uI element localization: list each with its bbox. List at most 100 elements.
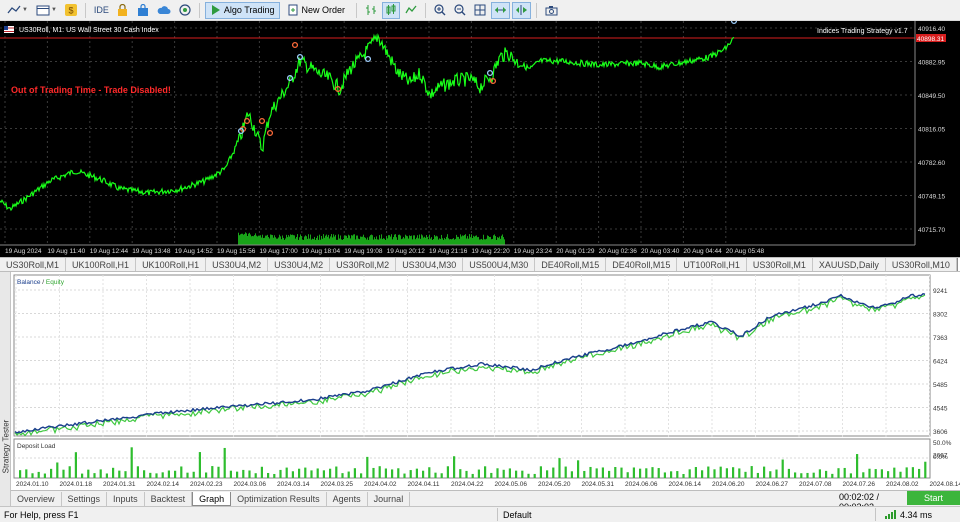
new-order-icon	[288, 4, 298, 16]
line-button[interactable]	[402, 2, 420, 19]
tester-tab[interactable]: Optimization Results	[231, 491, 327, 506]
volume-bar	[285, 238, 286, 245]
chart-tab[interactable]: XAUUSD,Daily	[813, 258, 886, 271]
strategy-tester-side-panel: Strategy Tester	[0, 272, 11, 506]
legend-balance: Balance	[17, 279, 41, 286]
chart-tab[interactable]: DE40Roll,M15	[535, 258, 607, 271]
deposit-load-bar	[868, 468, 871, 478]
volume-bar	[398, 234, 399, 245]
volume-bar	[335, 234, 336, 245]
tile-windows-button[interactable]	[471, 2, 489, 19]
chart-shift-button[interactable]	[511, 1, 531, 19]
volume-bar	[240, 234, 241, 245]
chart-tab[interactable]: US30U4,M2	[268, 258, 331, 271]
candlestick-button[interactable]	[381, 1, 400, 19]
time-tick-label: 19 Aug 22:20	[471, 248, 510, 255]
date-tick-label: 2024.01.31	[103, 481, 136, 488]
strategy-tester-label: Strategy Tester	[1, 419, 11, 474]
volume-bar	[376, 236, 377, 245]
start-button[interactable]: Start	[907, 491, 960, 505]
shopping-button[interactable]	[134, 2, 152, 19]
volume-bar	[424, 236, 425, 245]
volume-bar	[451, 239, 452, 245]
tester-tab[interactable]: Backtest	[145, 491, 193, 506]
zoom-in-button[interactable]	[431, 2, 449, 19]
deposit-load-bar	[335, 466, 338, 478]
volume-bar	[468, 238, 469, 245]
chart-tab[interactable]: UK100Roll,H1	[136, 258, 207, 271]
chart-tab[interactable]: UK100Roll,H1	[66, 258, 137, 271]
volume-bar	[438, 239, 439, 245]
chart-tab[interactable]: US500U4,M30	[463, 258, 536, 271]
volume-bar	[372, 235, 373, 245]
dollar-icon: $	[64, 4, 77, 16]
volume-bar	[499, 236, 500, 245]
deposit-load-bar	[800, 473, 803, 478]
tester-tab[interactable]: Overview	[11, 491, 62, 506]
chart-symbol-title: US30Roll, M1: US Wall Street 30 Cash Ind…	[19, 27, 159, 34]
tester-tab[interactable]: Settings	[62, 491, 108, 506]
deposit-load-bar	[583, 470, 586, 478]
volume-bar	[461, 236, 462, 245]
price-chart[interactable]: 40916.40 40882.95 40849.50 40816.05 40782.60…	[0, 21, 960, 257]
volume-bar	[476, 235, 477, 245]
ide-button[interactable]: IDE	[91, 2, 112, 19]
tester-tab[interactable]: Graph	[192, 491, 232, 506]
chart-tab[interactable]: US30Roll,M2	[330, 258, 397, 271]
tester-tab[interactable]: Inputs	[107, 491, 145, 506]
volume-bar	[481, 238, 482, 245]
volume-bar	[304, 236, 305, 245]
new-order-button[interactable]: New Order	[282, 2, 351, 19]
chart-tab[interactable]: US30Roll,M1	[747, 258, 813, 271]
deposit-load-bar	[558, 458, 561, 478]
volume-bar	[274, 235, 275, 245]
volume-bar	[306, 236, 307, 245]
chart-tab[interactable]: US30U4,M2	[206, 258, 269, 271]
volume-bar	[334, 236, 335, 245]
window-template-icon	[36, 5, 50, 15]
tester-tab[interactable]: Agents	[327, 491, 368, 506]
screenshot-button[interactable]	[542, 2, 561, 19]
chart-tab[interactable]: UT100Roll,H1	[677, 258, 747, 271]
volume-bar	[428, 239, 429, 245]
graph-legend: Balance / Equity	[17, 279, 65, 286]
volume-bar	[280, 236, 281, 245]
time-tick-label: 19 Aug 17:00	[259, 248, 298, 255]
volume-bar	[496, 239, 497, 245]
volume-bar	[482, 239, 483, 245]
templates-button[interactable]: ▼	[33, 2, 60, 19]
volume-bar	[247, 236, 248, 245]
balance-tick-label: 4545	[933, 406, 948, 413]
vps-button[interactable]	[176, 2, 194, 19]
date-tick-label: 2024.06.14	[669, 481, 702, 488]
chart-type-button[interactable]: ▼	[4, 2, 31, 19]
volume-bar	[440, 238, 441, 245]
market-watch-button[interactable]: $	[62, 2, 80, 19]
lock-button[interactable]	[114, 2, 132, 19]
volume-bar	[404, 238, 405, 245]
chart-tabs: US30Roll,M1 UK100Roll,H1 UK100Roll,H1 US30U…	[0, 257, 960, 272]
algo-trading-button[interactable]: Algo Trading	[204, 1, 281, 19]
deposit-load-bar	[341, 473, 344, 478]
tester-tab[interactable]: Journal	[368, 491, 411, 506]
deposit-load-bar	[260, 466, 263, 478]
bar-chart-button[interactable]	[362, 2, 380, 19]
volume-bar	[386, 235, 387, 245]
deposit-load-bar	[56, 462, 59, 478]
deposit-load-bar	[440, 473, 443, 478]
cloud-button[interactable]	[154, 2, 174, 19]
volume-bar	[434, 235, 435, 245]
deposit-load-bar	[887, 471, 890, 478]
volume-bar	[363, 234, 364, 245]
status-profile[interactable]: Default	[503, 510, 532, 520]
chart-tab[interactable]: DE40Roll,M15	[606, 258, 678, 271]
auto-scroll-button[interactable]	[490, 1, 510, 19]
time-tick-label: 20 Aug 03:40	[641, 248, 680, 255]
zoom-out-button[interactable]	[451, 2, 469, 19]
volume-bar	[442, 238, 443, 245]
deposit-load-bar	[174, 470, 177, 478]
chart-tab[interactable]: US30Roll,M1	[0, 258, 67, 271]
chart-tab[interactable]: US30U4,M30	[396, 258, 464, 271]
chart-tab[interactable]: US30Roll,M10	[886, 258, 957, 271]
volume-bar	[243, 234, 244, 245]
